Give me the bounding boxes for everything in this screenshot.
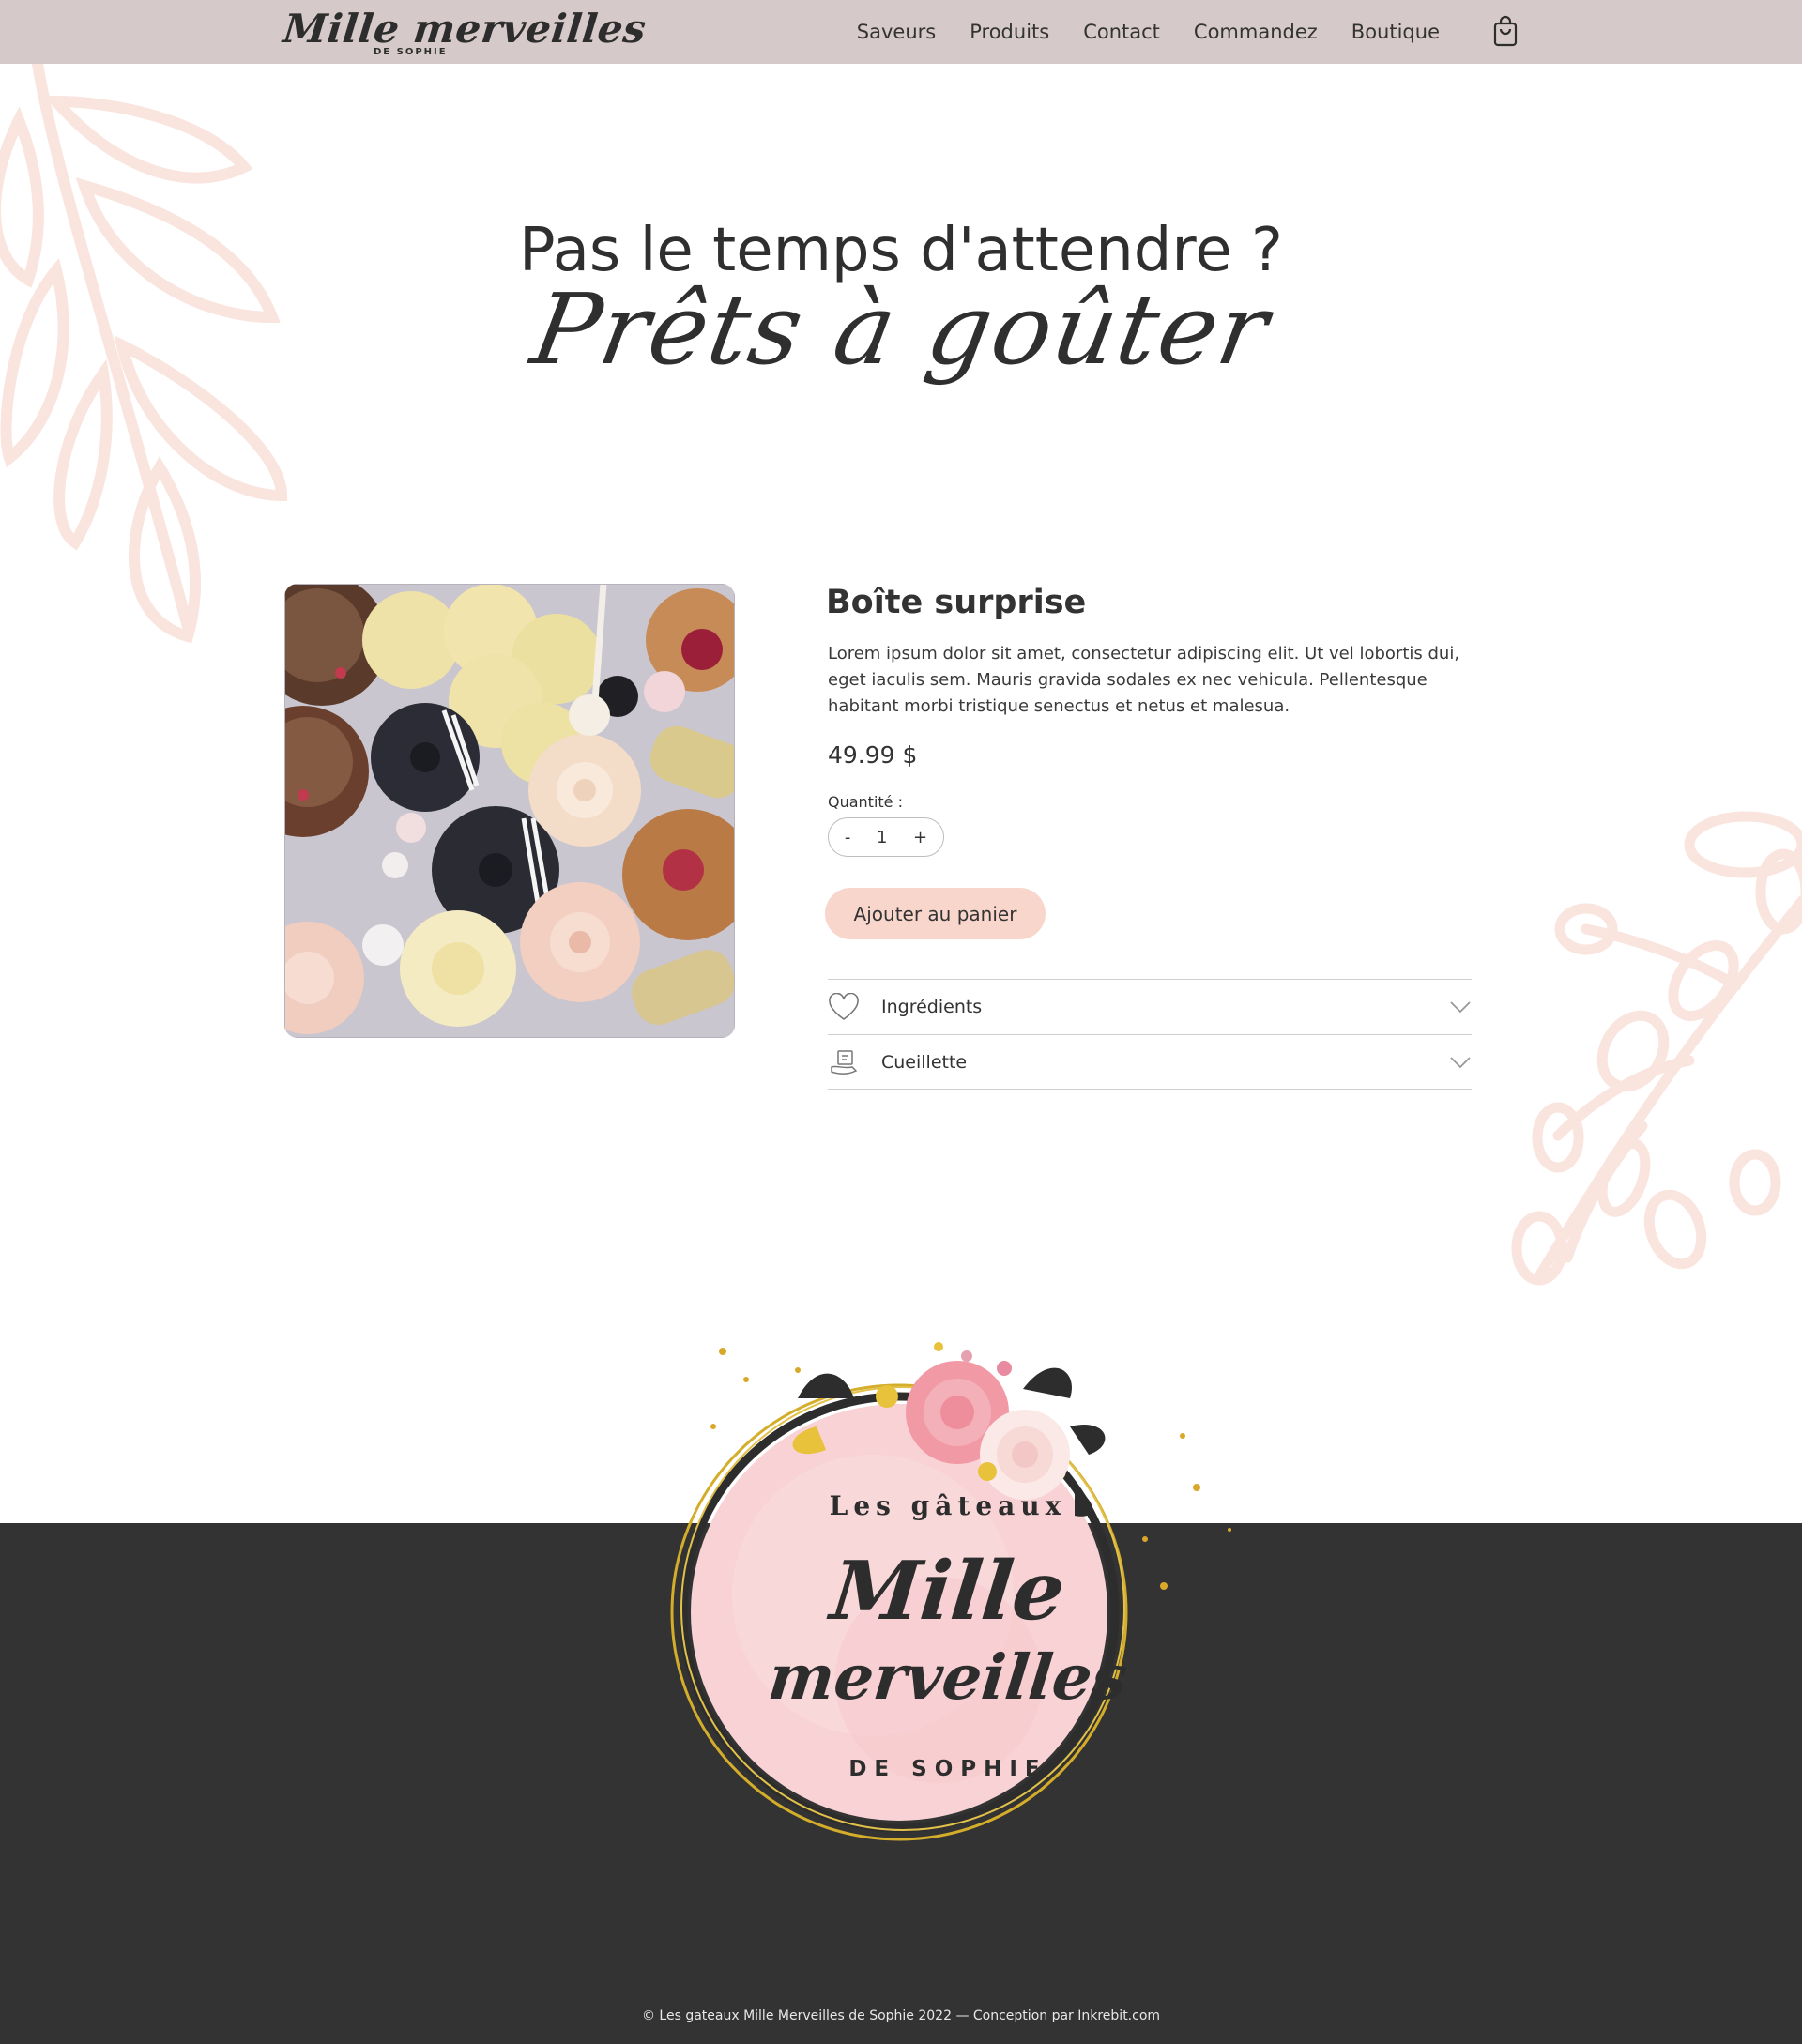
hero-script-title: Prêts à goûter (524, 272, 1278, 387)
site-header: Mille merveilles DE SOPHIE Saveurs Produ… (0, 0, 1802, 64)
product-image (284, 584, 735, 1038)
nav-commandez[interactable]: Commandez (1194, 21, 1318, 43)
nav-saveurs[interactable]: Saveurs (857, 21, 936, 43)
quantity-decrease-button[interactable]: - (839, 828, 857, 847)
logo-tagline: DE SOPHIE (374, 47, 448, 57)
accordion-label: Cueillette (881, 1051, 968, 1073)
accordion-pickup[interactable]: Cueillette (828, 1034, 1472, 1090)
heart-icon (828, 991, 860, 1023)
chevron-down-icon (1450, 1057, 1471, 1069)
badge-tagline-bottom: DE SOPHIE (848, 1757, 1047, 1781)
accordion-ingredients[interactable]: Ingrédients (828, 979, 1472, 1034)
quantity-increase-button[interactable]: + (908, 828, 933, 847)
badge-tagline-top: Les gâteaux (829, 1490, 1067, 1521)
brand-badge-logo: Les gâteaux Mille merveilles DE SOPHIE (657, 1286, 1239, 1868)
nav-produits[interactable]: Produits (970, 21, 1049, 43)
nav-contact[interactable]: Contact (1083, 21, 1160, 43)
accordion-label: Ingrédients (881, 997, 983, 1017)
logo-wordmark: Mille merveilles (281, 6, 649, 52)
chevron-down-icon (1450, 1001, 1471, 1014)
berry-decoration-right (1511, 811, 1802, 1286)
main-nav: Saveurs Produits Contact Commandez Bouti… (857, 0, 1440, 64)
delivery-icon (828, 1046, 860, 1078)
product-price: 49.99 $ (828, 741, 918, 769)
add-to-cart-button[interactable]: Ajouter au panier (825, 888, 1046, 939)
site-logo[interactable]: Mille merveilles DE SOPHIE (281, 2, 649, 60)
quantity-stepper: - 1 + (828, 817, 944, 857)
quantity-value[interactable]: 1 (877, 828, 887, 847)
badge-wordmark-line2: merveilles (765, 1640, 1131, 1714)
footer-copyright: © Les gateaux Mille Merveilles de Sophie… (641, 2008, 1161, 2023)
shopping-bag-icon[interactable] (1490, 15, 1520, 47)
nav-boutique[interactable]: Boutique (1352, 21, 1440, 43)
product-accordion: Ingrédients Cueillette (828, 979, 1472, 1090)
quantity-label: Quantité : (828, 793, 903, 811)
product-title: Boîte surprise (826, 584, 1087, 621)
product-description: Lorem ipsum dolor sit amet, consectetur … (828, 644, 1460, 716)
badge-wordmark-line1: Mille (826, 1544, 1070, 1639)
